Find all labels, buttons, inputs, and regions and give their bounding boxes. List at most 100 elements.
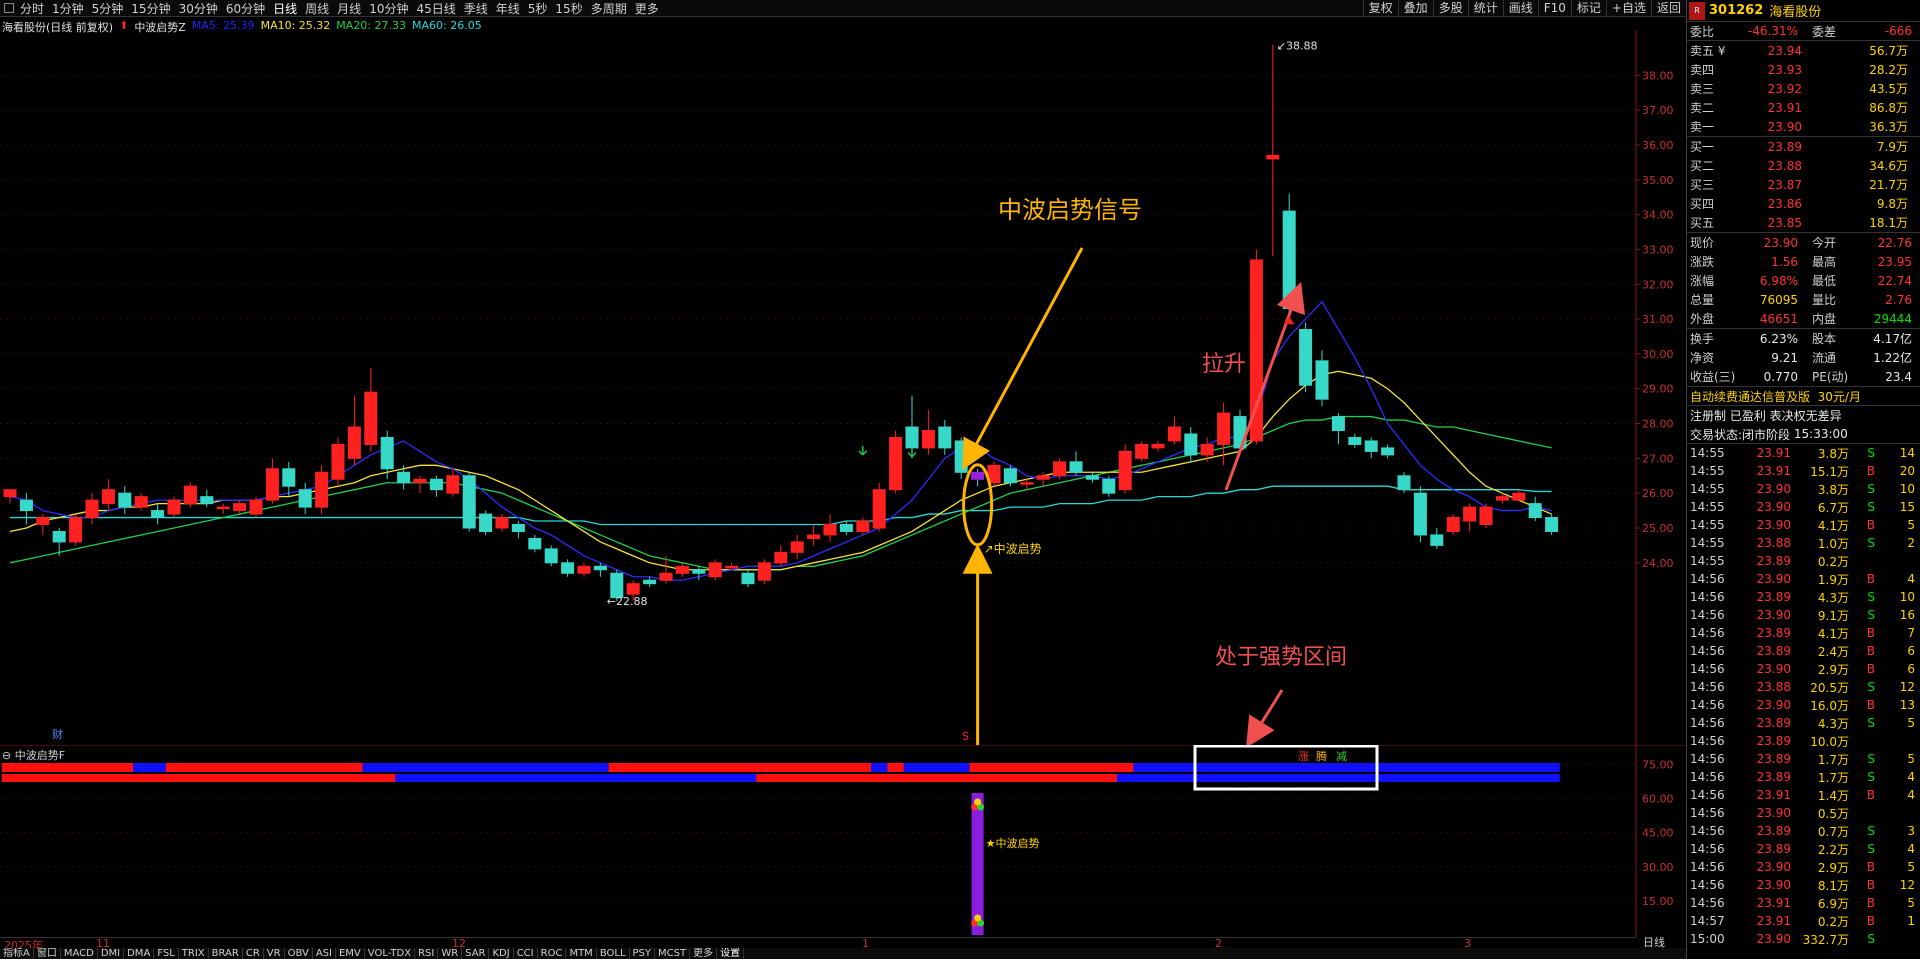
period-tab[interactable]: 周线: [305, 0, 329, 17]
tool-button[interactable]: 多股: [1432, 0, 1468, 17]
level-label: 卖五 ¥: [1690, 44, 1726, 58]
indicator-tab[interactable]: BOLL: [597, 948, 630, 959]
stat-value: 6.98%: [1759, 273, 1798, 288]
candle-body: [1053, 461, 1067, 477]
indicator-tab[interactable]: VOL-TDX: [365, 948, 416, 959]
indicator-tab[interactable]: PSY: [630, 948, 656, 959]
tick-row: 14:56 23.89 10.0万: [1687, 732, 1920, 750]
tick-price: 23.89: [1756, 590, 1791, 604]
indicator-tab[interactable]: MCST: [655, 948, 691, 959]
sub-indicator-chart[interactable]: 75.00 60.00 45.00 30.00 15.00 ★中波启势 涨腾减: [0, 745, 1686, 937]
period-tab[interactable]: 15秒: [555, 0, 582, 17]
tool-button[interactable]: 统计: [1467, 0, 1503, 17]
period-tab[interactable]: 多周期: [591, 0, 627, 17]
tick-list[interactable]: 14:55 23.91 3.8万 S 14 14:55 23.91 15.1万 B 20 14:55…: [1687, 444, 1920, 948]
price-tick-label: 27.00: [1642, 452, 1674, 465]
period-tab[interactable]: 1分钟: [52, 0, 84, 17]
indicator-tab[interactable]: 指标A: [0, 948, 34, 959]
tool-button[interactable]: 复权: [1362, 0, 1398, 17]
indicator-tab[interactable]: KDJ: [489, 948, 514, 959]
tool-button[interactable]: 画线: [1502, 0, 1538, 17]
level-price: 23.93: [1767, 62, 1802, 77]
indicator-tab[interactable]: CCI: [514, 948, 538, 959]
level-price: 23.88: [1767, 158, 1802, 173]
period-tab[interactable]: 10分钟: [369, 0, 408, 17]
stat-value: 23.4: [1885, 369, 1912, 384]
period-tab[interactable]: 日线: [273, 0, 297, 17]
tick-side: S: [1867, 752, 1875, 766]
tick-side: S: [1867, 446, 1875, 460]
tool-button[interactable]: 标记: [1570, 0, 1606, 17]
tool-button[interactable]: +自选: [1605, 0, 1651, 17]
period-tab[interactable]: 年线: [496, 0, 520, 17]
tick-count: 20: [1899, 464, 1915, 478]
tick-row: 14:56 23.90 2.9万 B 6: [1687, 660, 1920, 678]
tool-button[interactable]: 叠加: [1397, 0, 1433, 17]
indicator-tab[interactable]: 窗口: [34, 948, 61, 959]
tick-side: B: [1866, 464, 1875, 478]
period-tab[interactable]: 5秒: [528, 0, 548, 17]
candle-body: [265, 468, 279, 501]
promo-row[interactable]: 自动续费通达信普及版 30元/月: [1687, 387, 1920, 406]
tick-count: 5: [1907, 752, 1915, 766]
indicator-tab[interactable]: RSI: [415, 948, 439, 959]
period-tab[interactable]: 15分钟: [131, 0, 170, 17]
menu-square-icon[interactable]: [4, 3, 14, 13]
indicator-tab[interactable]: ROC: [538, 948, 567, 959]
tick-row: 14:55 23.89 0.2万: [1687, 552, 1920, 570]
stat-label: 量比: [1812, 293, 1837, 307]
period-tab[interactable]: 5分钟: [92, 0, 124, 17]
tool-button[interactable]: F10: [1537, 0, 1571, 17]
band-segment: [362, 763, 609, 772]
period-tab[interactable]: 60分钟: [226, 0, 265, 17]
indicator-tab[interactable]: 更多: [690, 948, 718, 959]
candle-body: [85, 499, 99, 519]
candle-body: [872, 489, 886, 529]
indicator-tab[interactable]: ASI: [313, 948, 336, 959]
indicator-tab[interactable]: DMI: [98, 948, 125, 959]
indicator-tab[interactable]: TRIX: [179, 948, 209, 959]
period-tab[interactable]: 月线: [337, 0, 361, 17]
tick-time: 14:56: [1690, 590, 1725, 604]
indicator-tab[interactable]: OBV: [285, 948, 313, 959]
period-tab[interactable]: 分时: [20, 0, 44, 17]
tick-count: 14: [1899, 446, 1915, 460]
stat-value: 1.22亿: [1873, 351, 1912, 365]
tick-time: 14:56: [1690, 896, 1725, 910]
indicator-tab[interactable]: 设置: [717, 948, 745, 959]
tool-button[interactable]: 返回: [1650, 0, 1686, 17]
indicator-tab[interactable]: CR: [243, 948, 264, 959]
indicator-tab[interactable]: EMV: [336, 948, 365, 959]
period-tab[interactable]: 更多: [635, 0, 659, 17]
candle-body: [200, 496, 214, 505]
indicator-tab[interactable]: FSL: [154, 948, 179, 959]
indicator-tab[interactable]: SAR: [462, 948, 490, 959]
indicator-tab[interactable]: MACD: [61, 948, 98, 959]
indicator-tab[interactable]: WR: [438, 948, 463, 959]
level-label: 买二: [1690, 159, 1715, 173]
indicator-tab[interactable]: MTM: [566, 948, 597, 959]
chart-tools: 复权 叠加 多股 统计 画线 F10 标记 +自选 返回: [1362, 0, 1686, 17]
period-tab[interactable]: 季线: [464, 0, 488, 17]
period-tab[interactable]: 30分钟: [179, 0, 218, 17]
period-tab[interactable]: 45日线: [416, 0, 455, 17]
tick-volume: 1.0万: [1817, 536, 1849, 551]
tick-count: 5: [1907, 896, 1915, 910]
tick-price: 23.90: [1756, 518, 1791, 532]
level-price: 23.94: [1767, 43, 1802, 58]
down-arrow-icon: [858, 445, 868, 456]
date-axis: 2025年 11 12 1 2 3: [0, 937, 1636, 952]
indicator-tab[interactable]: VR: [264, 948, 285, 959]
candle-body: [889, 436, 903, 491]
price-chart[interactable]: 38.00 37.00 36.00 35.00 34.00 33.00 32.00 31.00…: [0, 30, 1686, 745]
indicator-tab[interactable]: DMA: [124, 948, 155, 959]
candle-body: [298, 489, 312, 508]
candle-body: [954, 440, 968, 473]
candle-body: [692, 569, 706, 574]
annotations: 中波启势信号拉升处于强势区间 ↗中波启势 ↙38.88 ←22.88 财 S: [52, 40, 1347, 745]
tick-price: 23.89: [1756, 644, 1791, 658]
tick-count: 3: [1907, 824, 1915, 838]
sub-bands: [1, 763, 1560, 782]
indicator-tab[interactable]: BRAR: [209, 948, 243, 959]
band-segment: [608, 763, 871, 772]
